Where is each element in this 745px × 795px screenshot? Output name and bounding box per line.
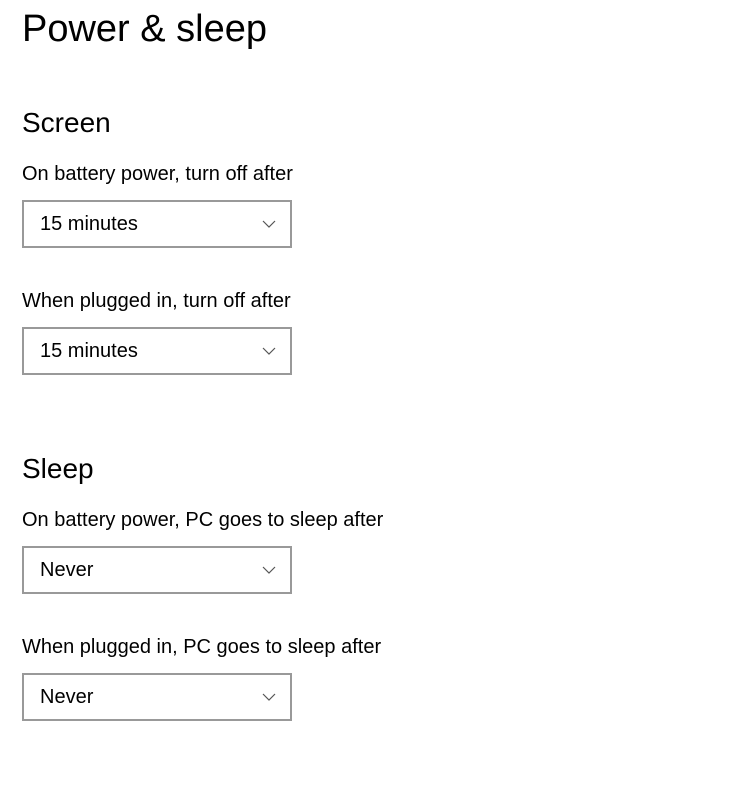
chevron-down-icon (262, 347, 276, 355)
screen-heading: Screen (22, 107, 745, 139)
screen-plugged-value: 15 minutes (40, 340, 138, 363)
screen-battery-value: 15 minutes (40, 213, 138, 236)
sleep-battery-setting: On battery power, PC goes to sleep after… (22, 509, 745, 594)
screen-plugged-dropdown[interactable]: 15 minutes (22, 327, 292, 375)
screen-battery-dropdown[interactable]: 15 minutes (22, 200, 292, 248)
screen-plugged-setting: When plugged in, turn off after 15 minut… (22, 290, 745, 375)
sleep-plugged-dropdown[interactable]: Never (22, 673, 292, 721)
sleep-battery-value: Never (40, 559, 93, 582)
chevron-down-icon (262, 693, 276, 701)
sleep-plugged-value: Never (40, 686, 93, 709)
screen-section: Screen On battery power, turn off after … (22, 107, 745, 375)
sleep-battery-label: On battery power, PC goes to sleep after (22, 509, 745, 532)
chevron-down-icon (262, 220, 276, 228)
sleep-battery-dropdown[interactable]: Never (22, 546, 292, 594)
sleep-section: Sleep On battery power, PC goes to sleep… (22, 453, 745, 721)
screen-battery-label: On battery power, turn off after (22, 163, 745, 186)
screen-battery-setting: On battery power, turn off after 15 minu… (22, 163, 745, 248)
sleep-plugged-setting: When plugged in, PC goes to sleep after … (22, 636, 745, 721)
screen-plugged-label: When plugged in, turn off after (22, 290, 745, 313)
sleep-heading: Sleep (22, 453, 745, 485)
sleep-plugged-label: When plugged in, PC goes to sleep after (22, 636, 745, 659)
chevron-down-icon (262, 566, 276, 574)
page-title: Power & sleep (22, 8, 745, 51)
